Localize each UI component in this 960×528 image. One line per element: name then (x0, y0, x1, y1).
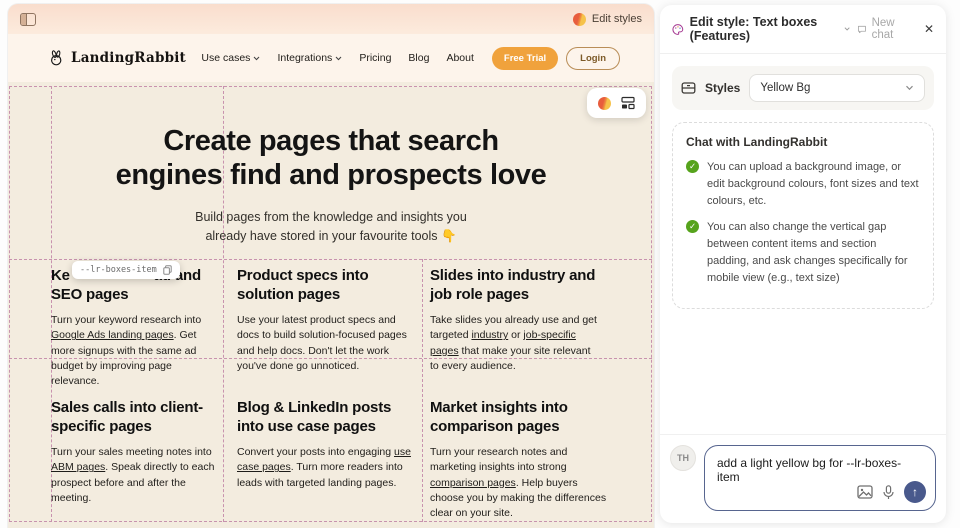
hero-title: Create pages that search engines find an… (115, 125, 547, 191)
chat-tip-text: You can also change the vertical gap bet… (707, 221, 908, 285)
copy-icon[interactable] (163, 265, 172, 275)
nav-links: Use cases Integrations Pricing Blog Abou… (201, 52, 473, 64)
chat-input-value: add a light yellow bg for --lr-boxes-ite… (717, 456, 902, 484)
style-preset-value: Yellow Bg (760, 82, 811, 94)
nav-item-integrations[interactable]: Integrations (277, 52, 342, 64)
nav-item-blog[interactable]: Blog (408, 52, 429, 64)
inline-link[interactable]: ABM pages (51, 461, 105, 473)
guide-hline-hero-bottom (9, 259, 652, 260)
chat-intro-card: Chat with LandingRabbit ✓ You can upload… (672, 122, 934, 310)
check-icon: ✓ (686, 160, 699, 173)
theme-gradient-icon (572, 12, 586, 26)
inline-link[interactable]: comparison pages (430, 477, 516, 489)
canvas-tools-pill (587, 88, 646, 118)
feature-card-client-pages: Sales calls into client-specific pages T… (51, 398, 223, 506)
feature-card-seo-pages: Kead and SEO pages Turn your keyword res… (51, 266, 223, 389)
nav-item-pricing[interactable]: Pricing (359, 52, 391, 64)
feature-card-comparison-pages: Market insights into comparison pages Tu… (430, 398, 608, 521)
user-avatar: TH (670, 445, 696, 471)
send-arrow-icon: ↑ (912, 485, 918, 499)
hero-subtitle: Build pages from the knowledge and insig… (195, 210, 467, 244)
chevron-down-icon (254, 56, 260, 60)
page-canvas: Create pages that search engines find an… (8, 82, 654, 528)
layout-sections-icon[interactable] (621, 96, 635, 110)
brand-name: LandingRabbit (71, 50, 186, 66)
hero-section: Create pages that search engines find an… (18, 124, 644, 247)
inline-link[interactable]: Google Ads landing pages (51, 329, 174, 341)
feature-card-solution-pages: Product specs into solution pages Use yo… (237, 266, 419, 374)
palette-icon (672, 23, 684, 35)
chat-tip-item: ✓ You can also change the vertical gap b… (686, 219, 920, 287)
free-trial-button[interactable]: Free Trial (491, 46, 559, 70)
css-variable-tooltip[interactable]: --lr-boxes-item (72, 261, 180, 279)
style-preset-select[interactable]: Yellow Bg (749, 74, 925, 102)
edit-styles-label: Edit styles (591, 13, 642, 25)
new-chat-button[interactable]: New chat (857, 17, 908, 41)
card-title: Blog & LinkedIn posts into use case page… (237, 399, 392, 436)
chevron-down-icon (906, 85, 913, 91)
edit-style-panel: Edit style: Text boxes (Features) New ch… (660, 5, 946, 523)
chat-tip-item: ✓ You can upload a background image, or … (686, 159, 920, 210)
guide-vline-col2 (422, 259, 423, 522)
edit-styles-button[interactable]: Edit styles (572, 12, 642, 26)
card-body: Turn your keyword research into Google A… (51, 314, 202, 387)
theme-gradient-icon[interactable] (598, 96, 611, 110)
chevron-down-icon[interactable] (844, 26, 851, 32)
panel-title: Edit style: Text boxes (Features) (689, 15, 818, 43)
chat-input-area: TH add a light yellow bg for --lr-boxes-… (660, 434, 946, 523)
microphone-icon[interactable] (883, 484, 894, 500)
chat-message-input[interactable]: add a light yellow bg for --lr-boxes-ite… (704, 445, 936, 511)
chat-intro-title: Chat with LandingRabbit (686, 135, 828, 149)
panel-header: Edit style: Text boxes (Features) New ch… (660, 5, 946, 54)
card-body: Convert your posts into engaging use cas… (237, 446, 411, 489)
chat-bubble-icon (857, 25, 866, 33)
styles-drawer-icon (681, 82, 696, 94)
styles-row: Styles Yellow Bg (672, 66, 934, 110)
card-body: Use your latest product specs and docs t… (237, 314, 407, 372)
nav-item-about[interactable]: About (446, 52, 473, 64)
check-icon: ✓ (686, 220, 699, 234)
site-navbar: LandingRabbit Use cases Integrations Pri… (8, 34, 654, 82)
nav-item-use-cases[interactable]: Use cases (201, 52, 260, 64)
feature-card-job-role-pages: Slides into industry and job role pages … (430, 266, 602, 374)
card-body: Turn your sales meeting notes into ABM p… (51, 446, 215, 504)
login-button[interactable]: Login (566, 46, 620, 70)
chevron-down-icon (335, 56, 342, 60)
card-body: Turn your research notes and marketing i… (430, 446, 607, 519)
card-body: Take slides you already use and get targ… (430, 314, 597, 372)
attach-image-icon[interactable] (857, 485, 873, 499)
styles-label: Styles (705, 81, 741, 95)
close-icon[interactable]: ✕ (924, 22, 934, 36)
feature-card-use-case-pages: Blog & LinkedIn posts into use case page… (237, 398, 419, 491)
brand-logo[interactable]: LandingRabbit (48, 50, 186, 66)
inline-link[interactable]: industry (471, 329, 508, 341)
app-chrome-bar: Edit styles (8, 4, 654, 34)
screenshot-root: Edit styles LandingRabbit Use cases Inte… (0, 0, 960, 528)
card-title: Slides into industry and job role pages (430, 267, 596, 304)
input-action-icons: ↑ (857, 481, 926, 503)
editor-window: Edit styles LandingRabbit Use cases Inte… (8, 4, 654, 528)
card-title: Sales calls into client-specific pages (51, 399, 203, 436)
rabbit-logo-icon (50, 50, 62, 66)
css-variable-name: --lr-boxes-item (80, 265, 157, 275)
sidebar-toggle-icon[interactable] (20, 12, 36, 26)
send-button[interactable]: ↑ (904, 481, 926, 503)
chat-tip-text: You can upload a background image, or ed… (707, 161, 919, 208)
card-title: Product specs into solution pages (237, 267, 369, 304)
card-title: Market insights into comparison pages (430, 399, 568, 436)
